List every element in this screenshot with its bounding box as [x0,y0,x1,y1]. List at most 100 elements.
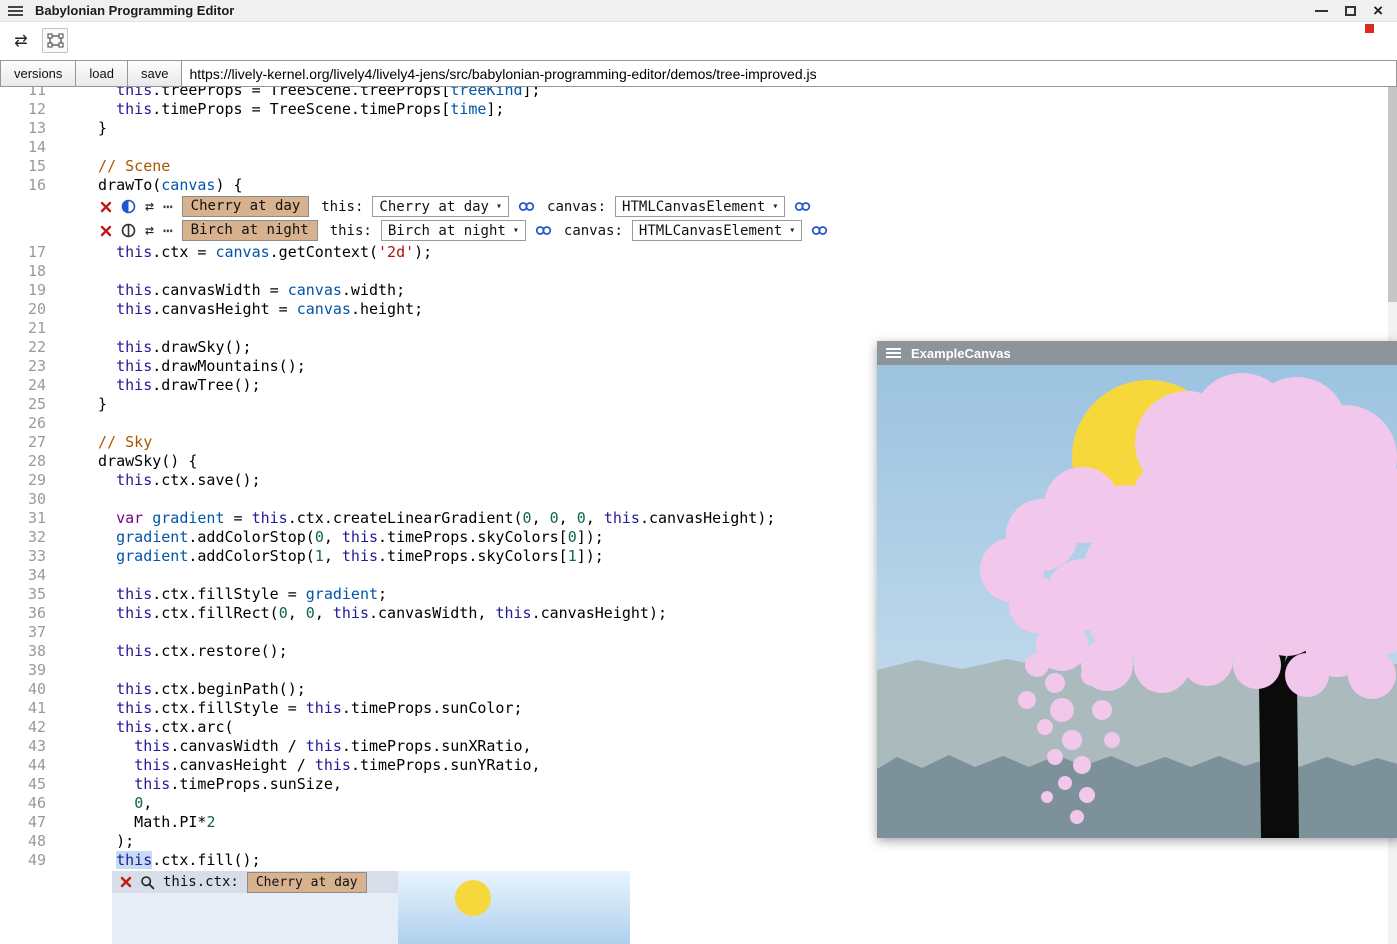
code-token: .ctx.fillStyle = [152,585,306,603]
code-token: , [532,509,550,527]
code-token: this [306,737,342,755]
code-token: 0 [134,794,143,812]
example-canvas-titlebar[interactable]: ExampleCanvas [877,341,1397,365]
line-number: 49 [0,851,60,870]
line-number: 30 [0,490,60,509]
code-text [60,138,80,157]
versions-button[interactable]: versions [0,60,76,87]
code-line[interactable]: 12 this.timeProps = TreeScene.timeProps[… [0,100,1397,119]
code-line[interactable]: 15 // Scene [0,157,1397,176]
delete-probe-icon[interactable] [120,876,132,888]
code-token: .drawMountains(); [152,357,306,375]
toggle-example-icon[interactable] [121,199,136,214]
code-text [60,262,80,281]
unsaved-indicator [1365,24,1374,33]
code-token: .timeProps.sunSize, [170,775,342,793]
line-number: 35 [0,585,60,604]
scrollbar-thumb[interactable] [1388,87,1397,302]
link-icon[interactable] [794,200,811,213]
code-token [80,100,116,118]
example-canvas-menu-icon[interactable] [886,348,901,358]
toggle-example-icon[interactable] [121,223,136,238]
code-line[interactable]: 14 [0,138,1397,157]
example-name-button[interactable]: Cherry at day [182,196,310,217]
probe-canvas-preview [398,871,630,944]
file-url-input[interactable] [181,60,1397,87]
code-text: this.ctx.fill(); [60,851,261,870]
code-token: .addColorStop( [188,528,314,546]
probe-example-button[interactable]: Cherry at day [247,872,367,893]
code-text [60,414,80,433]
close-button[interactable]: × [1373,2,1383,19]
example-name-button[interactable]: Birch at night [182,220,318,241]
frame-tool-button[interactable] [42,28,68,53]
minimize-button[interactable] [1315,10,1328,12]
more-options-icon[interactable]: ⋯ [163,223,173,239]
code-line[interactable]: 21 [0,319,1397,338]
save-button[interactable]: save [127,60,182,87]
swap-icon[interactable]: ⇄ [145,223,154,238]
code-token [80,756,134,774]
magnifier-icon[interactable] [140,875,155,890]
more-options-icon[interactable]: ⋯ [163,199,173,215]
swap-icon: ⇄ [14,31,27,51]
code-token [80,509,116,527]
code-token: this [134,756,170,774]
line-number: 16 [0,176,60,195]
line-number: 34 [0,566,60,585]
code-token: ]); [577,528,604,546]
binding-label: this: [330,223,372,239]
code-line[interactable]: 19 this.canvasWidth = canvas.width; [0,281,1397,300]
code-line[interactable]: 16 drawTo(canvas) { [0,176,1397,195]
code-token: , [324,547,342,565]
binding-dropdown[interactable]: Birch at night▾ [381,220,526,241]
line-number: 33 [0,547,60,566]
link-icon[interactable] [518,200,535,213]
line-number: 14 [0,138,60,157]
code-token: .ctx.restore(); [152,642,287,660]
code-token: .canvasHeight); [532,604,667,622]
binding-dropdown[interactable]: HTMLCanvasElement▾ [632,220,802,241]
probe-controls: this.ctx:Cherry at day [112,871,398,893]
hamburger-menu-icon[interactable] [8,6,23,16]
binding-dropdown[interactable]: HTMLCanvasElement▾ [615,196,785,217]
code-token [80,642,116,660]
code-token: this [116,300,152,318]
link-icon[interactable] [811,224,828,237]
code-token: this [116,604,152,622]
line-number: 25 [0,395,60,414]
delete-example-icon[interactable] [100,225,112,237]
code-line[interactable]: 49 this.ctx.fill(); [0,851,1397,870]
window-controls: × [1315,2,1389,19]
swap-icon[interactable]: ⇄ [145,199,154,214]
line-number: 27 [0,433,60,452]
code-line[interactable]: 17 this.ctx = canvas.getContext('2d'); [0,243,1397,262]
binding-dropdown[interactable]: Cherry at day▾ [372,196,509,217]
code-line[interactable]: 13 } [0,119,1397,138]
code-text: Math.PI*2 [60,813,215,832]
line-number: 37 [0,623,60,642]
link-icon[interactable] [535,224,552,237]
line-number: 44 [0,756,60,775]
code-line[interactable]: 18 [0,262,1397,281]
code-token: .timeProps.skyColors[ [378,528,568,546]
code-token: .ctx.beginPath(); [152,680,306,698]
code-text: gradient.addColorStop(0, this.timeProps.… [60,528,604,547]
swap-tool-button[interactable]: ⇄ [8,28,34,53]
caret-down-icon: ▾ [513,225,519,236]
code-token: this [342,547,378,565]
code-line[interactable]: 20 this.canvasHeight = canvas.height; [0,300,1397,319]
code-token: this [604,509,640,527]
code-text: this.canvasWidth / this.timeProps.sunXRa… [60,737,532,756]
code-token: 0 [568,528,577,546]
code-token: .height; [351,300,423,318]
load-button[interactable]: load [75,60,128,87]
code-text: this.treeProps = TreeScene.treeProps[tre… [60,87,541,100]
code-line[interactable]: 11 this.treeProps = TreeScene.treeProps[… [0,87,1397,100]
code-token: this [116,281,152,299]
delete-example-icon[interactable] [100,201,112,213]
binding-value: Cherry at day [379,199,489,215]
code-text: this.ctx.arc( [60,718,234,737]
code-token: .timeProps.skyColors[ [378,547,568,565]
maximize-button[interactable] [1345,6,1356,16]
